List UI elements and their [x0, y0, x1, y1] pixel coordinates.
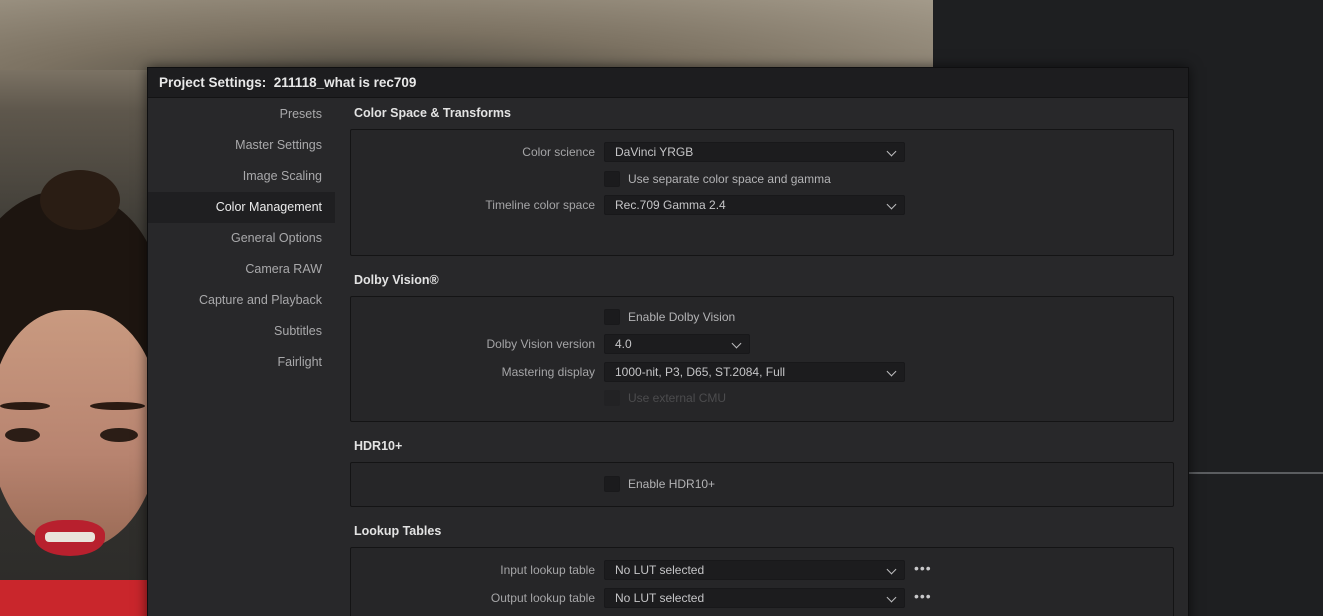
chevron-down-icon — [886, 199, 897, 210]
red-shirt — [0, 580, 150, 616]
teeth — [45, 532, 95, 542]
output-lut-dropdown[interactable]: No LUT selected — [604, 588, 905, 608]
separate-color-space-label: Use separate color space and gamma — [628, 172, 831, 186]
dolby-vision-box: Enable Dolby Vision Dolby Vision version… — [350, 296, 1174, 422]
dialog-titlebar[interactable]: Project Settings: 211118_what is rec709 — [148, 68, 1188, 98]
enable-hdr10-label: Enable HDR10+ — [628, 477, 716, 491]
enable-hdr10-checkbox[interactable] — [604, 476, 620, 492]
dolby-version-value: 4.0 — [615, 337, 632, 351]
color-science-dropdown[interactable]: DaVinci YRGB — [604, 142, 905, 162]
color-space-box: Color science DaVinci YRGB Use separate … — [350, 129, 1174, 256]
person-image — [0, 170, 150, 616]
lookup-tables-box: Input lookup table No LUT selected ••• O… — [350, 547, 1174, 616]
external-cmu-label: Use external CMU — [628, 391, 727, 405]
color-science-value: DaVinci YRGB — [615, 145, 694, 159]
panel-divider — [1188, 472, 1323, 474]
sidebar-item-color-management[interactable]: Color Management — [148, 192, 335, 223]
screen: Project Settings: 211118_what is rec709 … — [0, 0, 1323, 616]
output-lut-label: Output lookup table — [490, 591, 595, 605]
sidebar-item-capture-and-playback[interactable]: Capture and Playback — [148, 285, 335, 316]
more-options-icon[interactable]: ••• — [914, 588, 932, 608]
dolby-version-label: Dolby Vision version — [486, 337, 596, 351]
input-lut-dropdown[interactable]: No LUT selected — [604, 560, 905, 580]
output-lut-row: Output lookup table No LUT selected ••• — [351, 588, 1173, 608]
sidebar-item-image-scaling[interactable]: Image Scaling — [148, 161, 335, 192]
right-eye — [100, 428, 138, 442]
section-title-dolby-vision: Dolby Vision® — [354, 273, 439, 287]
section-title-hdr10: HDR10+ — [354, 439, 403, 453]
sidebar-item-fairlight[interactable]: Fairlight — [148, 347, 335, 378]
chevron-down-icon — [886, 146, 897, 157]
enable-dolby-vision-label: Enable Dolby Vision — [628, 310, 736, 324]
timeline-color-space-row: Timeline color space Rec.709 Gamma 2.4 — [351, 195, 1173, 215]
project-settings-dialog: Project Settings: 211118_what is rec709 … — [147, 67, 1189, 616]
color-science-row: Color science DaVinci YRGB — [351, 142, 1173, 162]
input-lut-value: No LUT selected — [615, 563, 705, 577]
dolby-version-row: Dolby Vision version 4.0 — [351, 334, 1173, 354]
separate-color-space-checkbox[interactable] — [604, 171, 620, 187]
chevron-down-icon — [886, 366, 897, 377]
hdr10-box: Enable HDR10+ — [350, 462, 1174, 507]
output-lut-value: No LUT selected — [615, 591, 705, 605]
dolby-version-dropdown[interactable]: 4.0 — [604, 334, 750, 354]
dialog-title: Project Settings: 211118_what is rec709 — [159, 75, 417, 90]
left-eye — [5, 428, 40, 442]
timeline-color-space-value: Rec.709 Gamma 2.4 — [615, 198, 726, 212]
settings-sidebar: Presets Master Settings Image Scaling Co… — [148, 99, 335, 378]
more-options-icon[interactable]: ••• — [914, 560, 932, 580]
hair-bun — [40, 170, 120, 230]
color-science-label: Color science — [522, 145, 595, 159]
left-eyebrow — [0, 402, 50, 410]
sidebar-item-camera-raw[interactable]: Camera RAW — [148, 254, 335, 285]
external-cmu-checkbox — [604, 390, 620, 406]
mastering-display-dropdown[interactable]: 1000-nit, P3, D65, ST.2084, Full — [604, 362, 905, 382]
chevron-down-icon — [731, 338, 742, 349]
mastering-display-row: Mastering display 1000-nit, P3, D65, ST.… — [351, 362, 1173, 382]
hillside-background — [0, 0, 933, 70]
mastering-display-label: Mastering display — [501, 365, 595, 379]
input-lut-row: Input lookup table No LUT selected ••• — [351, 560, 1173, 580]
section-title-color-space: Color Space & Transforms — [354, 106, 511, 120]
sidebar-item-general-options[interactable]: General Options — [148, 223, 335, 254]
sidebar-item-presets[interactable]: Presets — [148, 99, 335, 130]
right-eyebrow — [90, 402, 145, 410]
timeline-color-space-label: Timeline color space — [485, 198, 595, 212]
section-title-lookup-tables: Lookup Tables — [354, 524, 442, 538]
sidebar-item-subtitles[interactable]: Subtitles — [148, 316, 335, 347]
chevron-down-icon — [886, 592, 897, 603]
chevron-down-icon — [886, 564, 897, 575]
sidebar-item-master-settings[interactable]: Master Settings — [148, 130, 335, 161]
input-lut-label: Input lookup table — [500, 563, 595, 577]
timeline-color-space-dropdown[interactable]: Rec.709 Gamma 2.4 — [604, 195, 905, 215]
enable-dolby-vision-checkbox[interactable] — [604, 309, 620, 325]
settings-content: Color Space & Transforms Color science D… — [350, 99, 1174, 616]
mastering-display-value: 1000-nit, P3, D65, ST.2084, Full — [615, 365, 786, 379]
